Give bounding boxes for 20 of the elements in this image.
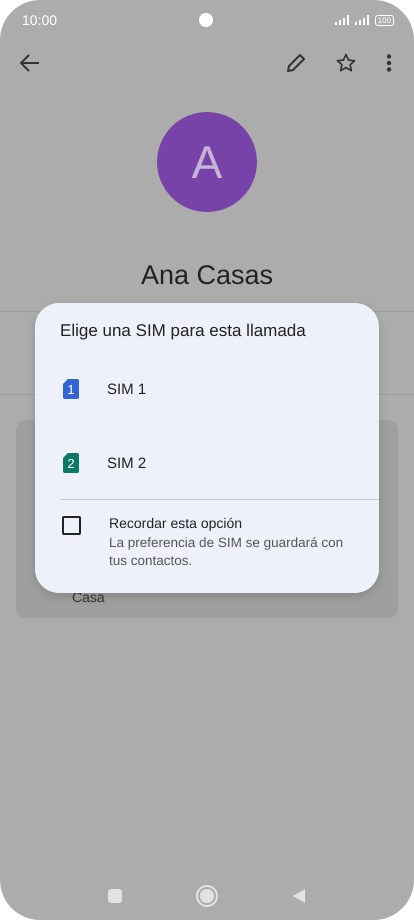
signal-icon [334,15,352,25]
phone-type-label: Casa [72,589,105,605]
sim-option[interactable]: 2 SIM 2 [35,439,379,487]
contact-name: Ana Casas [140,260,274,291]
sim-card-icon: 2 [63,453,79,473]
status-time: 10:00 [22,12,58,28]
sim-option[interactable]: 1 SIM 1 [35,365,379,413]
star-icon[interactable] [336,53,356,73]
pencil-icon[interactable] [286,53,306,73]
camera-dot-icon [198,13,213,27]
signal-icon [354,15,372,25]
remember-description: La preferencia de SIM se guardará con tus contactos. [109,534,344,570]
remember-label: Recordar esta opción [109,515,244,531]
sim-card-icon: 1 [63,379,79,399]
battery-icon: 100 [374,14,394,26]
remember-checkbox[interactable] [62,516,81,535]
contact-avatar: A [157,112,257,212]
dialog-title: Elige una SIM para esta llamada [59,321,307,341]
more-options-icon[interactable] [386,54,392,72]
back-arrow-icon[interactable] [20,54,40,72]
